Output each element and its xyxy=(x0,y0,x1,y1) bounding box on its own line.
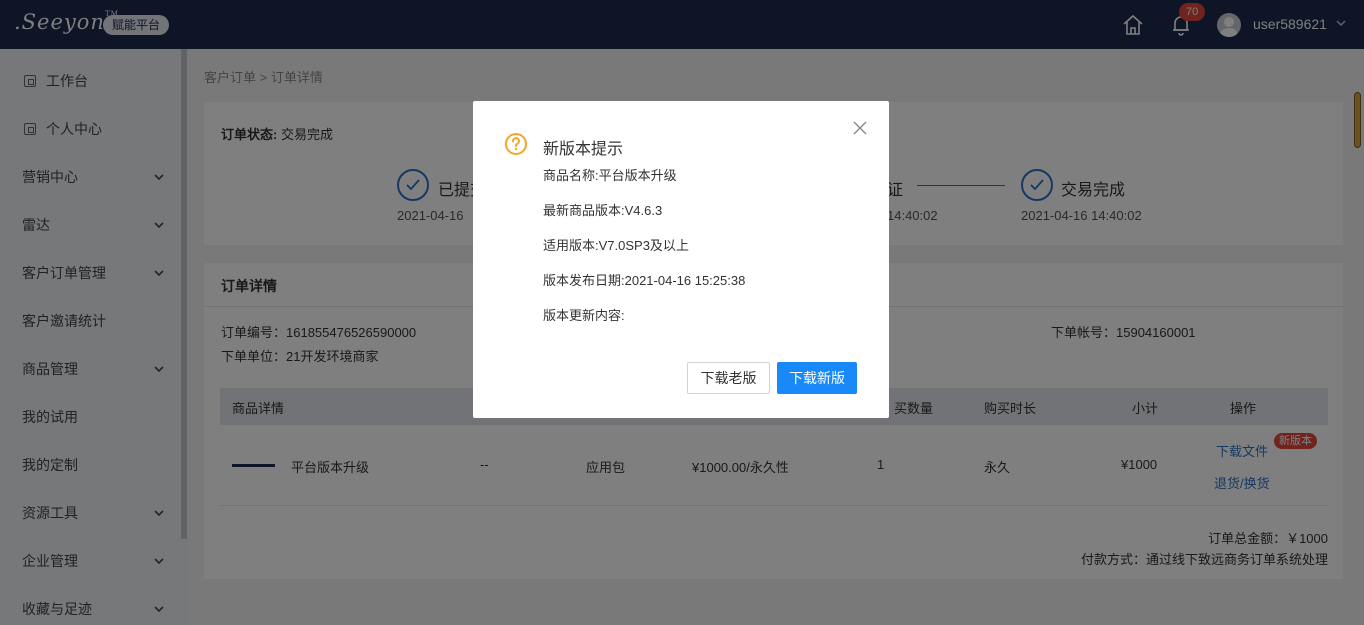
download-new-button[interactable]: 下载新版 xyxy=(777,362,857,394)
release-date-line: 版本发布日期:2021-04-16 15:25:38 xyxy=(543,273,746,288)
compatible-version-line: 适用版本:V7.0SP3及以上 xyxy=(543,238,689,253)
question-icon xyxy=(505,133,527,155)
close-icon[interactable] xyxy=(853,121,867,135)
product-name-line: 商品名称:平台版本升级 xyxy=(543,168,677,183)
download-old-button[interactable]: 下载老版 xyxy=(687,362,770,394)
dialog-title: 新版本提示 xyxy=(543,141,624,158)
new-version-dialog: 新版本提示 商品名称:平台版本升级 最新商品版本:V4.6.3 适用版本:V7.… xyxy=(473,101,889,418)
latest-version-line: 最新商品版本:V4.6.3 xyxy=(543,203,663,218)
update-content-line: 版本更新内容: xyxy=(543,308,625,323)
